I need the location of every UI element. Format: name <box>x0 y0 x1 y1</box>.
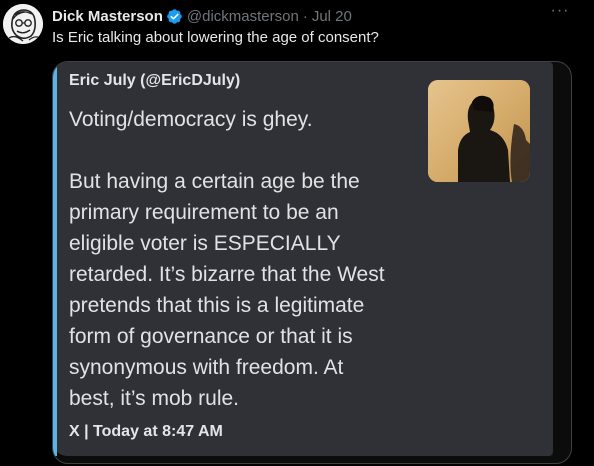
more-options-icon[interactable]: ··· <box>548 3 572 23</box>
embed-accent-bar <box>53 62 57 456</box>
tweet-header: Dick Masterson @dickmasterson · Jul 20 <box>52 6 352 26</box>
quoted-message-embed: Eric July (@EricDJuly) Voting/democracy … <box>53 62 553 456</box>
quoted-paragraph-line: Voting/democracy is ghey. <box>69 108 313 131</box>
tweet-text: Is Eric talking about lowering the age o… <box>52 29 379 46</box>
quoted-paragraph-line: retarded. It’s bizarre that the West <box>69 263 385 286</box>
quoted-paragraph-line: form of governance or that it is <box>69 325 353 348</box>
separator-dot: · <box>302 7 308 25</box>
profile-photo-thumbnail <box>428 80 530 182</box>
quoted-paragraph-line: best, it’s mob rule. <box>69 387 240 410</box>
avatar[interactable] <box>3 4 43 44</box>
sketch-avatar-icon <box>3 4 43 44</box>
quoted-body: Voting/democracy is ghey. But having a c… <box>69 104 429 414</box>
quoted-image-card[interactable]: Eric July (@EricDJuly) Voting/democracy … <box>52 61 572 464</box>
user-handle[interactable]: @dickmasterson <box>187 8 299 25</box>
quoted-paragraph-line: pretends that this is a legitimate <box>69 294 365 317</box>
quoted-paragraph-line: eligible voter is ESPECIALLY <box>69 232 341 255</box>
quoted-source-footer: X | Today at 8:47 AM <box>69 423 223 440</box>
post-date[interactable]: Jul 20 <box>312 8 352 25</box>
quoted-paragraph-line: synonymous with freedom. At <box>69 356 344 379</box>
quoted-paragraph-line: primary requirement to be an <box>69 201 339 224</box>
quoted-author: Eric July (@EricDJuly) <box>69 72 241 89</box>
display-name[interactable]: Dick Masterson <box>52 8 163 25</box>
tweet[interactable]: Dick Masterson @dickmasterson · Jul 20 ·… <box>0 0 594 466</box>
quoted-paragraph-line: But having a certain age be the <box>69 170 360 193</box>
verified-badge-icon[interactable] <box>166 8 183 25</box>
